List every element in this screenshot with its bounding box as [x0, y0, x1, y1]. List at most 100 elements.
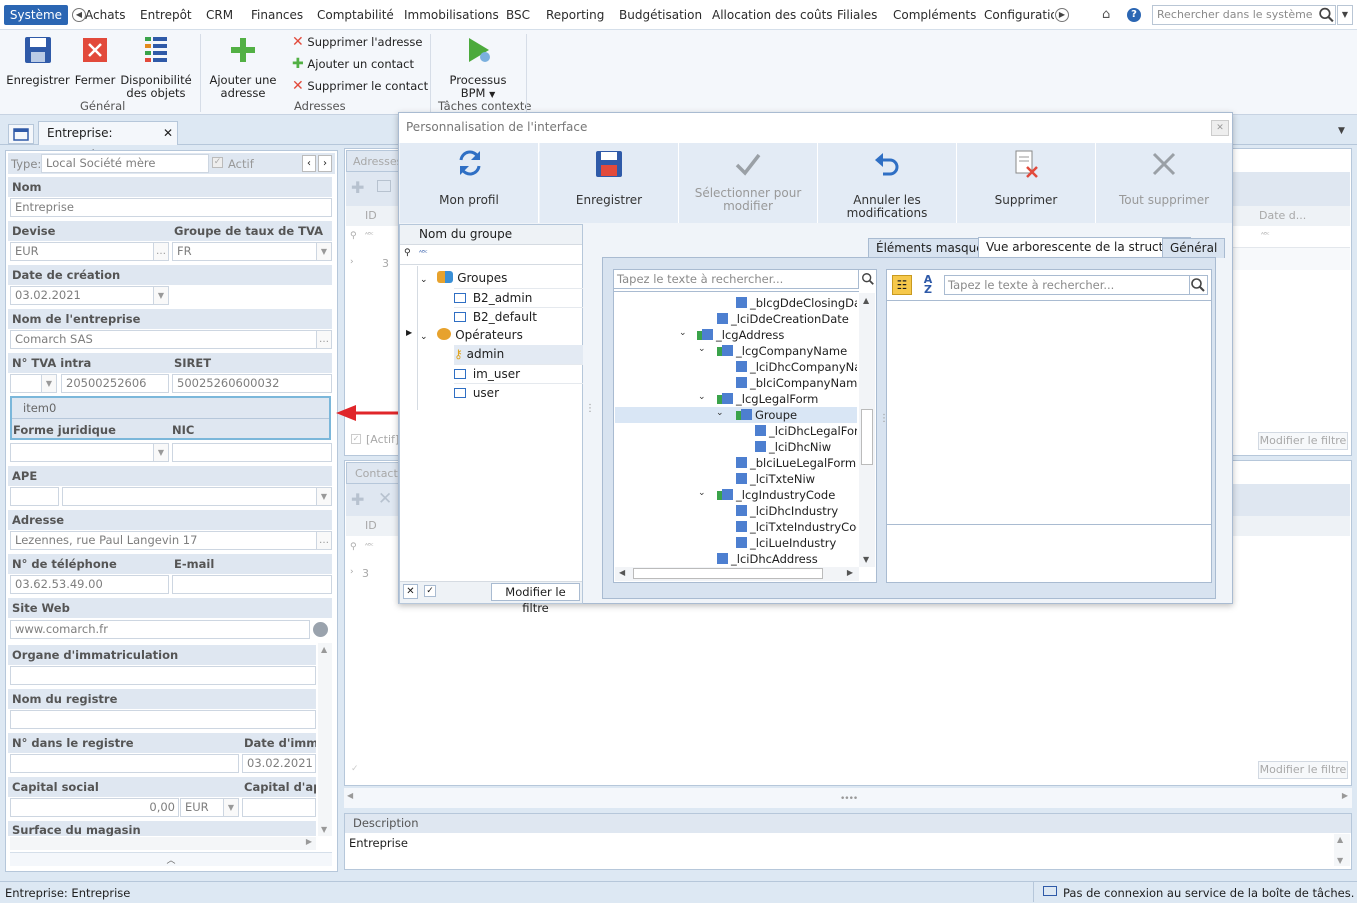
website-field[interactable]: www.comarch.fr	[10, 620, 310, 639]
splitter-grip-icon[interactable]: ⋮	[585, 403, 595, 414]
object-availability-button[interactable]: Disponibilité des objets	[120, 34, 192, 100]
my-profile-button[interactable]: Mon profil	[400, 143, 539, 223]
form-vertical-scrollbar[interactable]: ▲ ▼	[318, 643, 332, 836]
tree-node[interactable]: _lcgCompanyName	[717, 343, 847, 359]
chevron-down-icon[interactable]: ⌄	[698, 488, 706, 498]
chevron-down-icon[interactable]: ▼	[316, 243, 331, 260]
addresses-data-row[interactable]	[1232, 248, 1350, 270]
delete-all-button[interactable]: Tout supprimer	[1096, 143, 1232, 223]
row-expander-icon[interactable]: ›	[350, 567, 354, 577]
categorized-view-icon[interactable]: ☷	[892, 275, 912, 295]
type-value[interactable]: Local Société mère	[41, 154, 209, 173]
add-icon[interactable]: ✚	[351, 490, 364, 509]
close-button[interactable]: Fermer	[74, 34, 116, 94]
active-checkbox[interactable]: ✓	[212, 157, 223, 168]
help-icon[interactable]: ?	[1127, 8, 1141, 22]
tree-node[interactable]: _lciDhcAddress	[717, 551, 818, 567]
structure-search-input[interactable]: Tapez le texte à rechercher...	[613, 269, 859, 289]
name-field[interactable]: Entreprise	[10, 198, 332, 217]
properties-search-button[interactable]	[1190, 275, 1208, 295]
delete-x-icon[interactable]: ✕	[378, 489, 392, 509]
tree-node-im-user[interactable]: im_user	[454, 364, 583, 383]
scroll-up-icon[interactable]: ▲	[1337, 835, 1343, 844]
creation-date-field[interactable]: 03.02.2021 ▼	[10, 286, 169, 305]
registry-name-field[interactable]	[10, 710, 316, 729]
document-tab-entreprise[interactable]: Entreprise: Entreprise ✕	[38, 121, 178, 162]
chevron-down-icon[interactable]: ▼	[153, 444, 168, 461]
addresses-modify-filter-button[interactable]: Modifier le filtre	[1258, 432, 1348, 450]
menu-filiales[interactable]: Filiales	[837, 8, 877, 22]
scroll-down-icon[interactable]: ▼	[1337, 856, 1343, 865]
scroll-right-icon[interactable]: ▶	[306, 837, 312, 846]
bpm-process-button[interactable]: Processus BPM ▼	[446, 34, 510, 100]
tab-structure-tree[interactable]: Vue arborescente de la structure	[978, 237, 1192, 258]
add-address-button[interactable]: Ajouter une adresse	[208, 34, 278, 100]
tree-node[interactable]: _blciCompanyName	[736, 375, 857, 391]
scroll-right-icon[interactable]: ▶	[1342, 791, 1348, 800]
scroll-up-icon[interactable]: ▲	[863, 296, 869, 305]
vat-group-field[interactable]: FR ▼	[172, 242, 332, 261]
tree-horizontal-scrollbar[interactable]: ◀ ▶	[615, 567, 859, 581]
tree-node-b2-admin[interactable]: B2_admin	[454, 288, 583, 307]
menu-system[interactable]: Système	[4, 5, 68, 25]
search-icon[interactable]	[1318, 6, 1335, 24]
menu-complements[interactable]: Compléments	[893, 8, 976, 22]
chevron-right-icon[interactable]: ▶	[1055, 8, 1069, 22]
close-tab-icon[interactable]: ✕	[163, 122, 173, 144]
add-icon[interactable]: ✚	[351, 178, 364, 197]
filter-checkbox[interactable]: ✓	[351, 434, 361, 444]
ape-description-field[interactable]: ▼	[62, 487, 332, 506]
chevron-left-icon[interactable]: ◀	[72, 8, 86, 22]
collapse-up-icon[interactable]: ︿	[10, 852, 332, 866]
description-scrollbar[interactable]: ▲ ▼	[1334, 834, 1350, 866]
tree-node[interactable]: _lcgAddress	[697, 327, 784, 343]
groups-filter-row[interactable]: ⚲ ᴬᴮᶜ	[400, 245, 582, 265]
menu-entrepot[interactable]: Entrepôt	[140, 8, 192, 22]
chevron-down-icon[interactable]: ▼	[41, 375, 56, 392]
siret-field[interactable]: 50025260600032	[172, 374, 332, 393]
more-icon[interactable]: …	[316, 331, 331, 348]
tree-node[interactable]: _lciDhcIndustry	[736, 503, 838, 519]
tree-node[interactable]: _lciTxteIndustryCod	[736, 519, 857, 535]
tab-contacts[interactable]: Contacts	[346, 462, 404, 484]
tab-list-dropdown-icon[interactable]: ▼	[1338, 126, 1345, 136]
company-name-field[interactable]: Comarch SAS…	[10, 330, 332, 349]
system-search-input[interactable]: Rechercher dans le système	[1152, 5, 1336, 25]
description-field[interactable]: Entreprise	[346, 833, 1332, 867]
edit-icon[interactable]	[377, 180, 391, 192]
window-list-icon[interactable]	[8, 124, 34, 144]
chevron-down-icon[interactable]: ⌄	[698, 344, 706, 354]
form-horizontal-scrollbar[interactable]: ▶	[10, 837, 316, 850]
scroll-down-icon[interactable]: ▼	[863, 555, 869, 564]
chevron-down-icon[interactable]: ⌄	[420, 332, 428, 342]
collapse-ribbon-icon[interactable]: ⌂	[1102, 7, 1110, 22]
chevron-down-icon[interactable]: ⌄	[698, 392, 706, 402]
tab-general[interactable]: Général	[1162, 238, 1226, 258]
menu-configuration[interactable]: Configuration	[984, 8, 1054, 22]
tree-vertical-scrollbar[interactable]: ▲ ▼	[859, 293, 875, 567]
capital-currency-field[interactable]: EUR ▼	[180, 798, 239, 817]
scroll-thumb[interactable]	[633, 568, 823, 579]
currency-field[interactable]: EUR…	[10, 242, 169, 261]
next-record-icon[interactable]: ›	[318, 155, 332, 172]
main-horizontal-scrollbar[interactable]: ◀ •••• ▶	[344, 788, 1352, 808]
nic-field[interactable]	[172, 443, 332, 462]
tree-node-b2-default[interactable]: B2_default	[454, 307, 583, 326]
filter-checkbox[interactable]: ✓	[351, 764, 359, 774]
phone-field[interactable]: 03.62.53.49.00	[10, 575, 169, 594]
search-icon[interactable]	[861, 272, 875, 286]
scroll-left-icon[interactable]: ◀	[347, 791, 353, 800]
address-field[interactable]: Lezennes, rue Paul Langevin 17…	[10, 531, 332, 550]
scroll-thumb[interactable]	[861, 409, 873, 465]
groups-modify-filter-button[interactable]: Modifier le filtre	[491, 583, 580, 615]
dialog-delete-button[interactable]: Supprimer	[957, 143, 1096, 223]
menu-comptabilite[interactable]: Comptabilité	[317, 8, 394, 22]
row-expander-icon[interactable]: ›	[350, 257, 354, 267]
more-icon[interactable]: …	[153, 243, 168, 260]
scroll-up-icon[interactable]: ▲	[321, 645, 327, 654]
more-icon[interactable]: …	[316, 532, 331, 549]
undo-changes-button[interactable]: Annuler les modifications	[818, 143, 957, 223]
menu-immobilisations[interactable]: Immobilisations	[404, 8, 499, 22]
menu-crm[interactable]: CRM	[206, 8, 233, 22]
tree-node-groupe[interactable]: Groupe	[736, 407, 797, 423]
